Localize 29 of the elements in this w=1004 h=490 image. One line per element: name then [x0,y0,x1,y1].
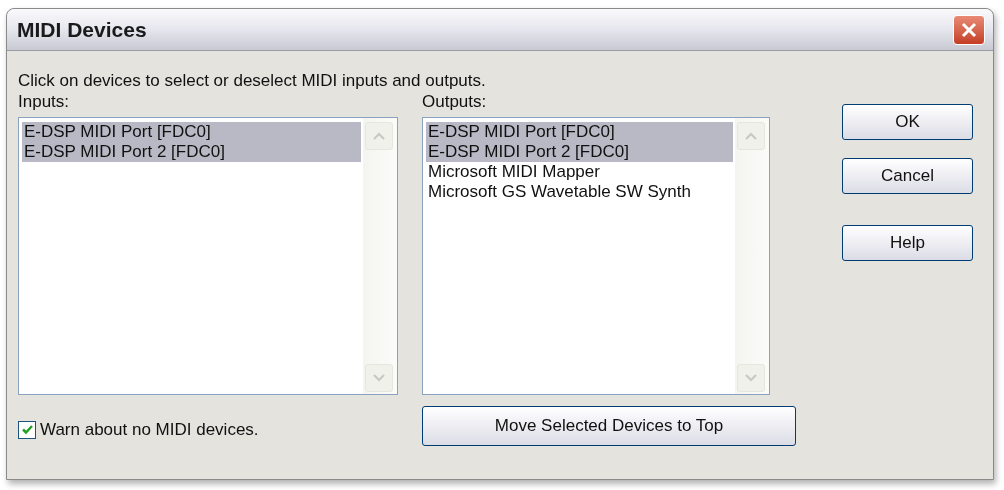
window-title: MIDI Devices [17,16,147,43]
checkbox[interactable] [18,420,36,439]
dialog-button[interactable]: OK [842,104,973,140]
move-button[interactable]: Move Selected Devices to Top [422,406,796,446]
close-button[interactable] [953,14,985,45]
scrollbar[interactable] [363,118,397,394]
close-icon [960,20,978,39]
list-item[interactable]: E-DSP MIDI Port [FDC0] [22,122,361,142]
outputs-label: Outputs: [422,92,488,112]
scrollbar[interactable] [735,118,769,394]
scroll-up-button[interactable] [737,122,765,150]
scroll-down-button[interactable] [737,364,765,392]
checkbox-label: Warn about no MIDI devices. [40,419,259,441]
inputs-label: Inputs: [18,92,71,112]
dialog-button[interactable]: Cancel [842,158,973,194]
caret-down-icon [745,374,757,382]
instruction-text: Click on devices to select or deselect MIDI inputs and outputs. [18,71,487,91]
list-item[interactable]: E-DSP MIDI Port [FDC0] [426,122,733,142]
caret-up-icon [373,132,385,140]
scroll-down-button[interactable] [365,364,393,392]
caret-down-icon [373,374,385,382]
scroll-up-button[interactable] [365,122,393,150]
list-item[interactable]: E-DSP MIDI Port 2 [FDC0] [426,142,733,162]
list-item[interactable]: E-DSP MIDI Port 2 [FDC0] [22,142,361,162]
caret-up-icon [745,132,757,140]
dialog-button[interactable]: Help [842,225,973,261]
checkmark-icon [20,423,34,437]
outputs-list[interactable]: E-DSP MIDI Port [FDC0] E-DSP MIDI Port 2 [FDC0] Microsoft MIDI Mapper Microsoft GS Wavetable SW Synth [422,117,770,395]
inputs-list[interactable]: E-DSP MIDI Port [FDC0] E-DSP MIDI Port 2 [FDC0] [18,117,398,395]
